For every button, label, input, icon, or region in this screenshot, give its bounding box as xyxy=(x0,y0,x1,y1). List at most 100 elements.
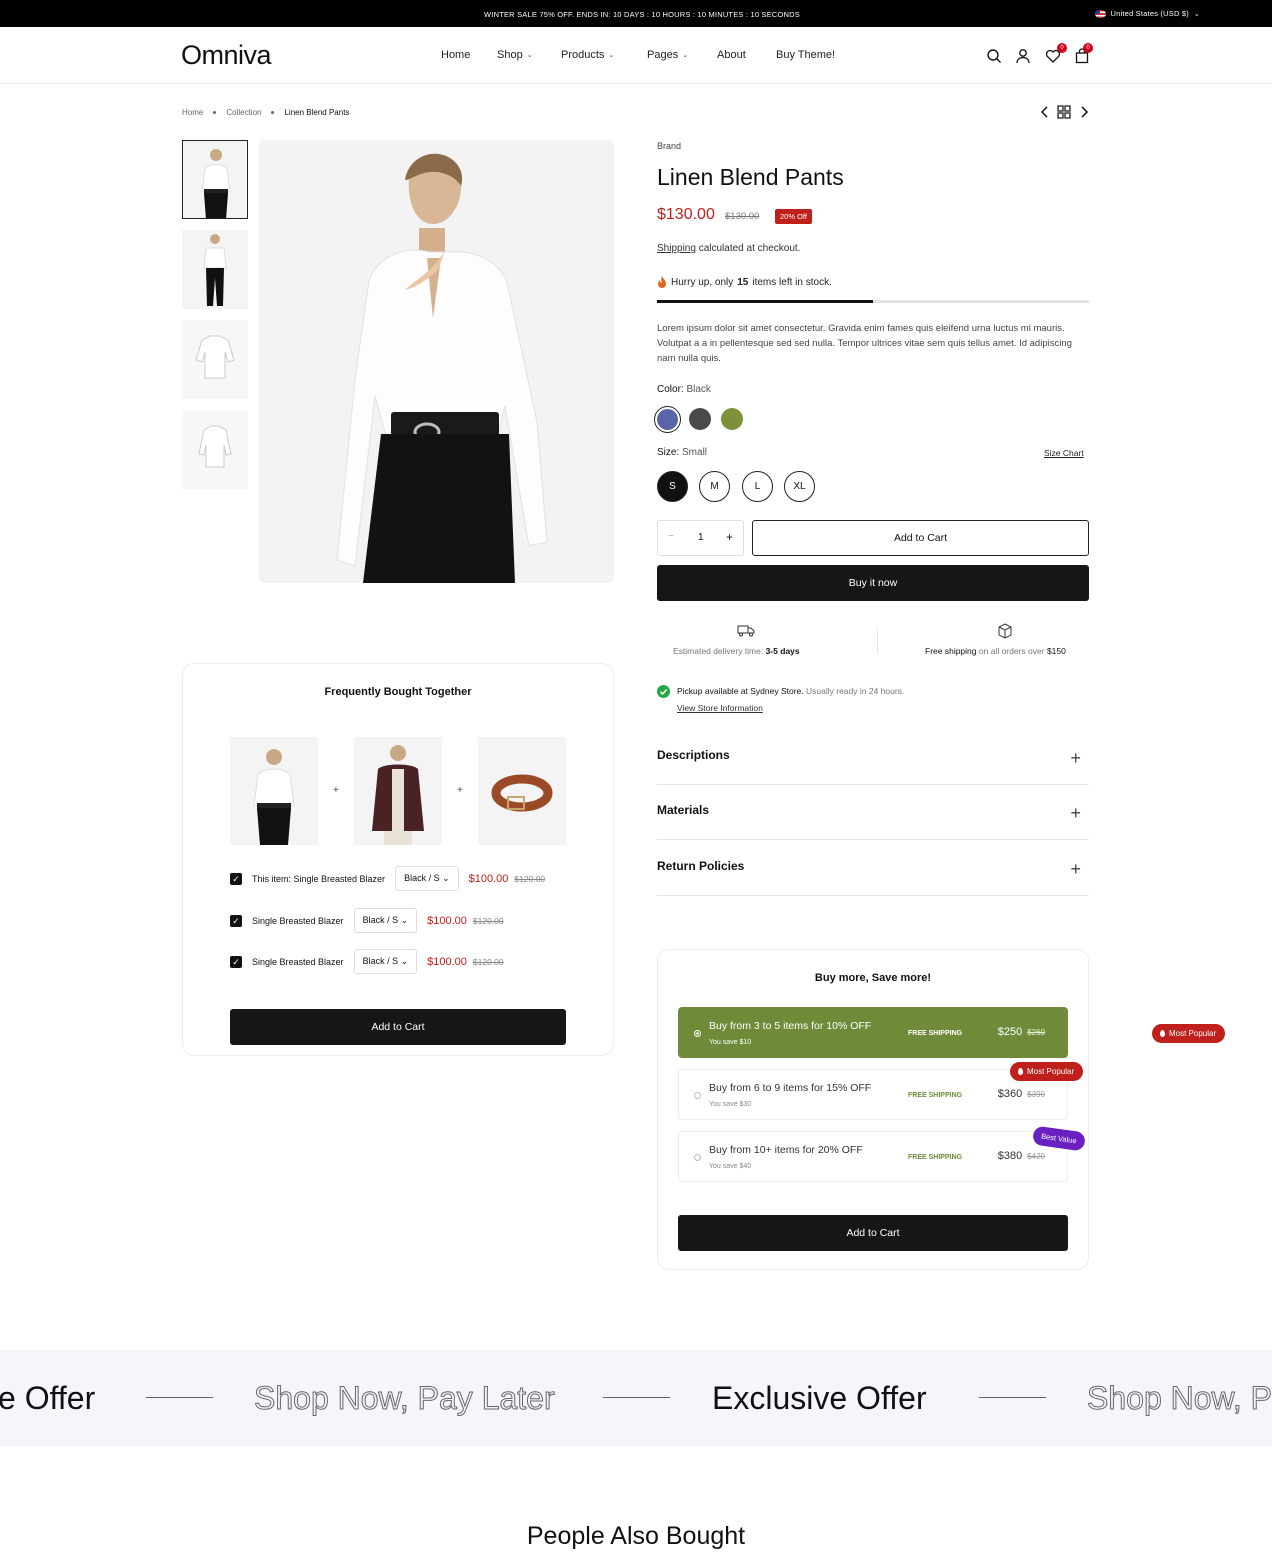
product-brand[interactable]: Brand xyxy=(657,141,681,151)
fbt-add-to-cart-button[interactable]: Add to Cart xyxy=(230,1009,566,1045)
free-shipping-link[interactable]: Free shipping xyxy=(925,646,977,656)
checkbox[interactable]: ✓ xyxy=(230,914,242,927)
checkbox[interactable]: ✓ xyxy=(230,872,242,885)
plus-icon: + xyxy=(1070,748,1081,768)
marquee-text: Shop Now, Pay Later xyxy=(254,1380,556,1417)
qty-increase-button[interactable]: + xyxy=(726,530,733,544)
people-also-bought-heading: People Also Bought xyxy=(526,1522,746,1550)
fbt-item-row: ✓ Single Breasted Blazer Black / S ⌄ $10… xyxy=(230,908,504,933)
breadcrumb-home[interactable]: Home xyxy=(182,108,203,117)
free-shipping-amount: $150 xyxy=(1046,646,1066,656)
color-swatch-green[interactable] xyxy=(721,408,743,430)
tier-price: $360 xyxy=(997,1088,1023,1100)
accordion-descriptions[interactable]: Descriptions + xyxy=(657,748,1089,785)
accordion-return-policies[interactable]: Return Policies + xyxy=(657,859,1089,896)
nav-shop[interactable]: Shop ⌄ xyxy=(497,49,533,61)
variant-select[interactable]: Black / S ⌄ xyxy=(353,908,418,933)
radio[interactable] xyxy=(694,1092,701,1099)
qty-decrease-button[interactable]: − xyxy=(668,531,674,542)
fire-icon xyxy=(658,276,666,288)
fbt-product-image-3[interactable] xyxy=(478,737,566,845)
tier-compare-price: $260 xyxy=(1027,1028,1045,1037)
product-main-image[interactable] xyxy=(259,140,614,583)
discount-tier-3[interactable]: Buy from 10+ items for 20% OFF You save … xyxy=(678,1131,1068,1182)
accordion-label: Materials xyxy=(657,803,710,817)
nav-products[interactable]: Products ⌄ xyxy=(561,49,614,61)
prev-product-icon[interactable] xyxy=(1040,106,1050,118)
tier-label: Buy from 3 to 5 items for 10% OFF xyxy=(709,1020,872,1032)
free-shipping-text: on all orders over xyxy=(978,646,1045,656)
color-swatch-blue[interactable] xyxy=(654,406,681,433)
marquee-text: Shop Now, P xyxy=(1087,1380,1272,1417)
most-popular-badge: Most Popular xyxy=(1152,1024,1226,1043)
nav-pages[interactable]: Pages ⌄ xyxy=(647,49,688,61)
variant-select[interactable]: Black / S ⌄ xyxy=(395,866,459,891)
size-option-xl[interactable]: XL xyxy=(784,471,815,502)
discount-tier-1[interactable]: Buy from 3 to 5 items for 10% OFF You sa… xyxy=(678,1007,1068,1058)
fbt-item-compare-price: $120.00 xyxy=(514,873,546,884)
logo[interactable]: Omniva xyxy=(181,40,272,71)
variant-select[interactable]: Black / S ⌄ xyxy=(353,949,418,974)
shirt-photo xyxy=(195,335,235,379)
nav-home[interactable]: Home xyxy=(441,49,470,61)
product-thumbnail-4[interactable] xyxy=(182,410,248,489)
truck-icon xyxy=(737,625,755,637)
nav-buy-theme[interactable]: Buy Theme! xyxy=(776,49,835,61)
tier-savings: You save $30 xyxy=(709,1101,752,1108)
belt-photo xyxy=(491,774,553,812)
size-option-s[interactable]: S xyxy=(657,471,688,502)
breadcrumb-collection[interactable]: Collection xyxy=(226,108,261,117)
fbt-product-image-2[interactable] xyxy=(354,737,442,845)
currency-selector[interactable]: United States (USD $) ⌄ xyxy=(1094,9,1200,18)
tier-compare-price: $390 xyxy=(1027,1090,1045,1099)
view-store-link[interactable]: View Store Information xyxy=(677,703,763,713)
product-thumbnail-1[interactable] xyxy=(182,140,248,219)
add-to-cart-button[interactable]: Add to Cart xyxy=(752,520,1089,556)
announcement-bar: WINTER SALE 75% OFF. ENDS IN: 10 DAYS : … xyxy=(0,0,1272,27)
qty-value[interactable]: 1 xyxy=(698,532,704,543)
product-thumbnail-3[interactable] xyxy=(182,320,248,399)
stock-progress-track xyxy=(657,300,1089,303)
currency-label: United States (USD $) xyxy=(1110,9,1189,18)
fbt-product-image-1[interactable] xyxy=(230,737,318,845)
fbt-item-row: ✓ This item: Single Breasted Blazer Blac… xyxy=(230,866,545,891)
size-option-m[interactable]: M xyxy=(699,471,730,502)
model-photo xyxy=(259,140,614,583)
checkbox[interactable]: ✓ xyxy=(230,955,242,968)
radio-selected[interactable] xyxy=(694,1030,701,1037)
grid-view-icon[interactable] xyxy=(1057,105,1071,119)
account-icon[interactable] xyxy=(1015,48,1031,64)
breadcrumb-separator xyxy=(271,111,275,114)
fbt-item-name: Single Breasted Blazer xyxy=(252,956,344,967)
chevron-down-icon: ⌄ xyxy=(526,52,533,59)
volume-add-to-cart-button[interactable]: Add to Cart xyxy=(678,1215,1068,1251)
search-icon[interactable] xyxy=(986,48,1002,64)
fbt-item-name: Single Breasted Blazer xyxy=(252,915,344,926)
tier-price: $250 xyxy=(997,1026,1023,1038)
discount-tier-2[interactable]: Buy from 6 to 9 items for 15% OFF You sa… xyxy=(678,1069,1068,1120)
size-chart-link[interactable]: Size Chart xyxy=(1044,448,1084,458)
divider xyxy=(146,1397,213,1398)
marquee-text: Exclusive Offer xyxy=(712,1380,927,1416)
accordion-materials[interactable]: Materials + xyxy=(657,803,1089,840)
variant-value: Black / S xyxy=(362,915,399,925)
nav-about[interactable]: About xyxy=(717,49,746,61)
color-swatch-black[interactable] xyxy=(689,408,711,430)
plus-icon: + xyxy=(333,785,339,796)
product-thumbnail-2[interactable] xyxy=(182,230,248,309)
buy-now-button[interactable]: Buy it now xyxy=(657,565,1089,601)
tier-shipping: FREE SHIPPING xyxy=(908,1030,963,1037)
radio[interactable] xyxy=(694,1154,701,1161)
next-product-icon[interactable] xyxy=(1079,106,1089,118)
tier-price: $380 xyxy=(997,1150,1023,1162)
fbt-item-price: $100.00 xyxy=(468,872,509,885)
fbt-item-price: $100.00 xyxy=(427,955,467,968)
shipping-link[interactable]: Shipping xyxy=(657,243,696,254)
variant-value: Black / S xyxy=(404,873,440,883)
shipping-note: calculated at checkout. xyxy=(698,243,801,254)
fbt-item-name: This item: Single Breasted Blazer xyxy=(252,873,386,884)
size-option-l[interactable]: L xyxy=(742,471,773,502)
delivery-days: 3-5 days xyxy=(765,646,800,656)
cart-count-badge: 0 xyxy=(1083,43,1093,53)
breadcrumb-current: Linen Blend Pants xyxy=(284,108,350,117)
